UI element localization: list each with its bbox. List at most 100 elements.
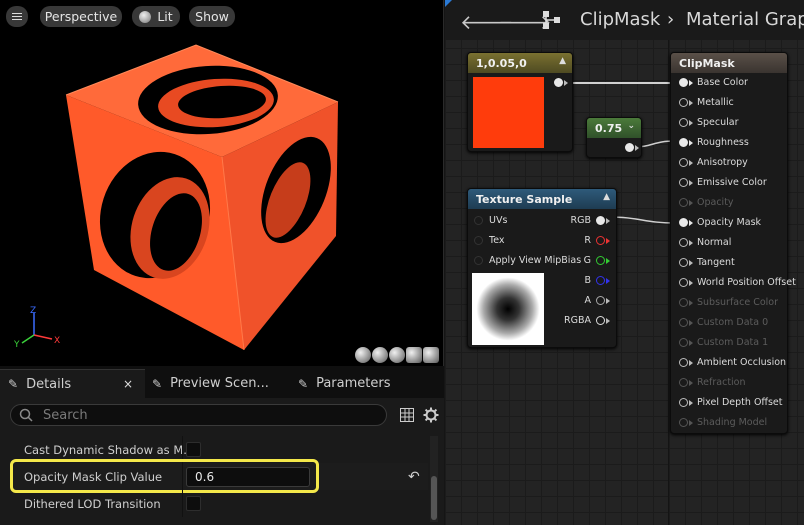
- pin-dot: [679, 158, 688, 167]
- node-header: 0.75 ⌄: [587, 118, 641, 138]
- output-pin-b[interactable]: B: [584, 275, 610, 286]
- result-pin-opacity[interactable]: Opacity: [679, 197, 734, 208]
- lit-label: Lit: [157, 9, 173, 24]
- details-scrollbar[interactable]: [430, 436, 438, 522]
- node-header: ClipMask: [671, 53, 787, 73]
- dithered-lod-transition-checkbox[interactable]: [186, 496, 201, 511]
- output-pin[interactable]: [625, 143, 639, 152]
- pencil-icon: ✎: [152, 376, 163, 391]
- pin-label: Tangent: [697, 257, 735, 268]
- pin-label: Custom Data 0: [697, 317, 769, 328]
- details-search-input[interactable]: Search: [10, 404, 387, 426]
- tab-parameters[interactable]: ✎ Parameters: [298, 369, 390, 398]
- table-view-icon[interactable]: [400, 408, 414, 422]
- pin-dot: [679, 98, 688, 107]
- pin-dot: [679, 178, 688, 187]
- tab-preview-scene[interactable]: ✎ Preview Scen...: [152, 369, 269, 398]
- scrollbar-thumb[interactable]: [431, 476, 437, 520]
- collapse-chevron-icon[interactable]: ▲: [603, 192, 610, 202]
- material-graph[interactable]: 🡐 🡒 ClipMask › Material Grap 1,0.05,0 ▲ …: [445, 0, 804, 525]
- result-pin-base-color[interactable]: Base Color: [679, 77, 748, 88]
- pin-label: Custom Data 1: [697, 337, 769, 348]
- result-pin-subsurface-color[interactable]: Subsurface Color: [679, 297, 778, 308]
- pin-label: Normal: [697, 237, 732, 248]
- result-pin-custom-data-0[interactable]: Custom Data 0: [679, 317, 768, 328]
- cylinder-mesh-icon[interactable]: [355, 347, 371, 363]
- perspective-button[interactable]: Perspective: [40, 6, 122, 27]
- axis-x-label: X: [54, 336, 60, 346]
- gear-icon[interactable]: [423, 407, 439, 423]
- hamburger-icon: [12, 11, 22, 22]
- result-pin-anisotropy[interactable]: Anisotropy: [679, 157, 748, 168]
- hierarchy-icon[interactable]: [542, 10, 562, 30]
- output-pin-rgb[interactable]: RGB: [571, 215, 610, 226]
- breadcrumb-asset[interactable]: ClipMask: [580, 9, 660, 30]
- node-title: ClipMask: [679, 56, 735, 70]
- result-pin-tangent[interactable]: Tangent: [679, 257, 735, 268]
- result-pin-normal[interactable]: Normal: [679, 237, 731, 248]
- cube-mesh-icon[interactable]: [406, 347, 422, 363]
- custom-mesh-icon[interactable]: [423, 347, 439, 363]
- highlight-outline: [10, 459, 319, 493]
- pin-label: Metallic: [697, 97, 734, 108]
- close-icon[interactable]: ×: [123, 377, 133, 391]
- material-result-node[interactable]: ClipMask Base Color Metallic Specular Rough…: [670, 52, 796, 434]
- result-pin-pixel-depth-offset[interactable]: Pixel Depth Offset: [679, 397, 783, 408]
- output-pin-a[interactable]: A: [585, 295, 610, 306]
- output-pin[interactable]: [554, 78, 568, 87]
- pin-label: Opacity Mask: [697, 217, 762, 228]
- pin-label: Roughness: [697, 137, 749, 148]
- input-pin-mipbias[interactable]: Apply View MipBias: [474, 255, 581, 266]
- result-pin-emissive-color[interactable]: Emissive Color: [679, 177, 767, 188]
- property-name: Dithered LOD Transition: [24, 496, 161, 511]
- result-pin-roughness[interactable]: Roughness: [679, 137, 749, 148]
- input-pin-tex[interactable]: Tex: [474, 235, 505, 246]
- result-pin-custom-data-1[interactable]: Custom Data 1: [679, 337, 768, 348]
- result-pin-world-position-offset[interactable]: World Position Offset: [679, 277, 796, 288]
- search-placeholder: Search: [43, 407, 88, 423]
- output-pin-r[interactable]: R: [584, 235, 610, 246]
- pin-label: Base Color: [697, 77, 748, 88]
- wire-base-color: [563, 82, 675, 84]
- node-title: 1,0.05,0: [476, 56, 527, 70]
- collapse-chevron-icon[interactable]: ▲: [559, 56, 566, 66]
- pin-dot: [679, 218, 688, 227]
- pin-label: Shading Model: [697, 417, 768, 428]
- tab-details[interactable]: ✎ Details ×: [0, 369, 145, 398]
- texture-sample-node[interactable]: Texture Sample ▲ UVs Tex Apply View MipB…: [467, 188, 617, 348]
- axis-z-label: Z: [30, 306, 36, 316]
- lit-mode-button[interactable]: Lit: [132, 6, 180, 27]
- pin-dot: [679, 78, 688, 87]
- show-button[interactable]: Show: [189, 6, 235, 27]
- result-pin-specular[interactable]: Specular: [679, 117, 739, 128]
- result-pin-metallic[interactable]: Metallic: [679, 97, 734, 108]
- result-pin-refraction[interactable]: Refraction: [679, 377, 746, 388]
- search-icon: [19, 408, 33, 422]
- output-pin-g[interactable]: G: [584, 255, 610, 266]
- axis-gizmo-icon: Z X Y: [14, 306, 60, 349]
- collapse-chevron-icon[interactable]: ⌄: [627, 121, 635, 131]
- pin-label: Subsurface Color: [697, 297, 779, 308]
- output-pin-rgba[interactable]: RGBA: [564, 315, 610, 326]
- constant-scalar-node[interactable]: 0.75 ⌄: [586, 117, 642, 158]
- input-pin-uvs[interactable]: UVs: [474, 215, 507, 226]
- pin-dot: [679, 418, 688, 427]
- viewport-menu-button[interactable]: [6, 6, 28, 27]
- pin-dot: [679, 298, 688, 307]
- lit-sphere-icon: [139, 10, 152, 23]
- plane-mesh-icon[interactable]: [389, 347, 405, 363]
- cast-dynamic-shadow-checkbox[interactable]: [186, 442, 201, 457]
- sphere-mesh-icon[interactable]: [372, 347, 388, 363]
- result-pin-ambient-occlusion[interactable]: Ambient Occlusion: [679, 357, 786, 368]
- property-row-dithered-lod-transition: Dithered LOD Transition: [10, 490, 428, 517]
- result-pin-shading-model[interactable]: Shading Model: [679, 417, 767, 428]
- corner-marker: [445, 0, 452, 7]
- pin-label: Pixel Depth Offset: [697, 397, 783, 408]
- preview-viewport[interactable]: Perspective Lit Show Z X Y: [0, 0, 444, 366]
- property-name: Cast Dynamic Shadow as M...: [24, 442, 195, 457]
- pin-dot: [679, 318, 688, 327]
- result-pin-opacity-mask[interactable]: Opacity Mask: [679, 217, 761, 228]
- constant3-vector-node[interactable]: 1,0.05,0 ▲: [467, 52, 573, 152]
- pin-label: Refraction: [697, 377, 746, 388]
- reset-to-default-icon[interactable]: ↶: [408, 469, 420, 485]
